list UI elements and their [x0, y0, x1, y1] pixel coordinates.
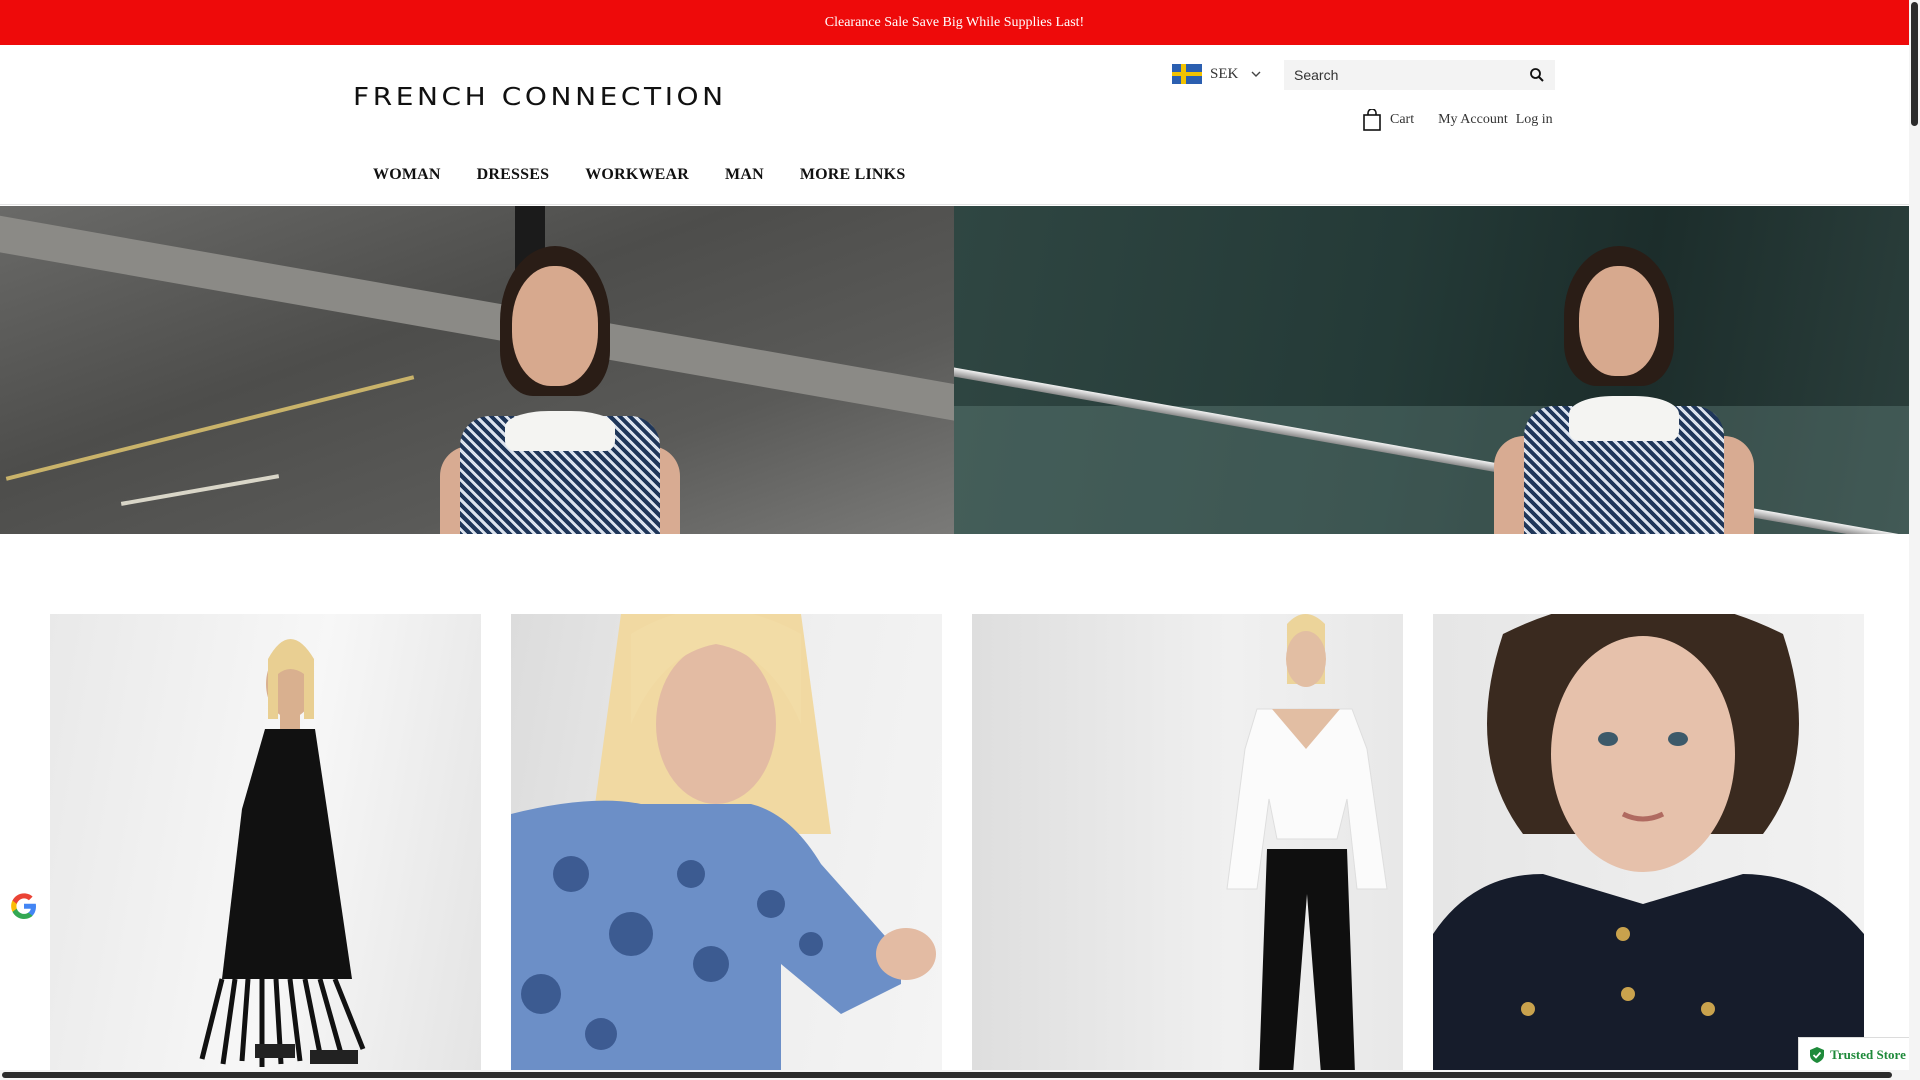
account-links: Cart My Account Log in [1362, 109, 1561, 131]
trusted-store-label: Trusted Store [1830, 1046, 1906, 1062]
nav-item-more-links[interactable]: MORE LINKS [800, 166, 906, 184]
hero-image-street [0, 206, 954, 534]
product-image [511, 614, 936, 1074]
horizontal-scrollbar[interactable] [0, 1070, 1909, 1080]
shield-check-icon [1810, 1046, 1825, 1063]
main-nav: WOMAN DRESSES WORKWEAR MAN MORE LINKS [373, 166, 941, 184]
trusted-store-badge[interactable]: Trusted Store [1798, 1037, 1918, 1072]
cart-label: Cart [1390, 112, 1415, 127]
site-header: FRENCH CONNECTION SEK Cart My Account Lo… [0, 45, 1909, 205]
product-card-blue-floral-blouse[interactable] [511, 614, 942, 1074]
shopping-bag-icon [1363, 109, 1381, 131]
google-icon [11, 893, 36, 919]
product-card-black-fringe-dress[interactable] [50, 614, 481, 1074]
site-logo[interactable]: FRENCH CONNECTION [353, 82, 727, 111]
chevron-down-icon [1251, 71, 1261, 77]
currency-code: SEK [1210, 65, 1239, 82]
promo-banner[interactable]: Clearance Sale Save Big While Supplies L… [0, 0, 1909, 45]
my-account-link[interactable]: My Account [1438, 112, 1508, 128]
search-icon[interactable] [1529, 67, 1545, 83]
nav-item-dresses[interactable]: DRESSES [477, 166, 550, 184]
currency-selector[interactable]: SEK [1172, 64, 1262, 84]
promo-text[interactable]: Clearance Sale Save Big While Supplies L… [825, 15, 1084, 31]
product-image [199, 639, 366, 1067]
nav-item-man[interactable]: MAN [725, 166, 764, 184]
login-link[interactable]: Log in [1516, 112, 1553, 128]
nav-item-workwear[interactable]: WORKWEAR [585, 166, 689, 184]
scrollbar-thumb[interactable] [2, 1072, 1892, 1078]
hero-banner[interactable] [0, 206, 1909, 534]
product-image [1433, 614, 1864, 1074]
scrollbar-thumb[interactable] [1911, 2, 1918, 126]
product-grid [50, 614, 1864, 1074]
search-bar [1284, 60, 1555, 90]
product-image [1226, 614, 1388, 1074]
cart-link[interactable]: Cart [1362, 109, 1414, 131]
product-card-white-sweater-trousers[interactable] [972, 614, 1403, 1074]
hero-image-railing [954, 206, 1909, 534]
search-input[interactable] [1294, 67, 1529, 83]
nav-item-woman[interactable]: WOMAN [373, 166, 441, 184]
google-reviews-badge[interactable] [8, 890, 40, 922]
product-card-navy-knit-vest[interactable] [1433, 614, 1864, 1074]
sweden-flag-icon [1172, 64, 1202, 84]
vertical-scrollbar[interactable] [1909, 0, 1920, 1080]
